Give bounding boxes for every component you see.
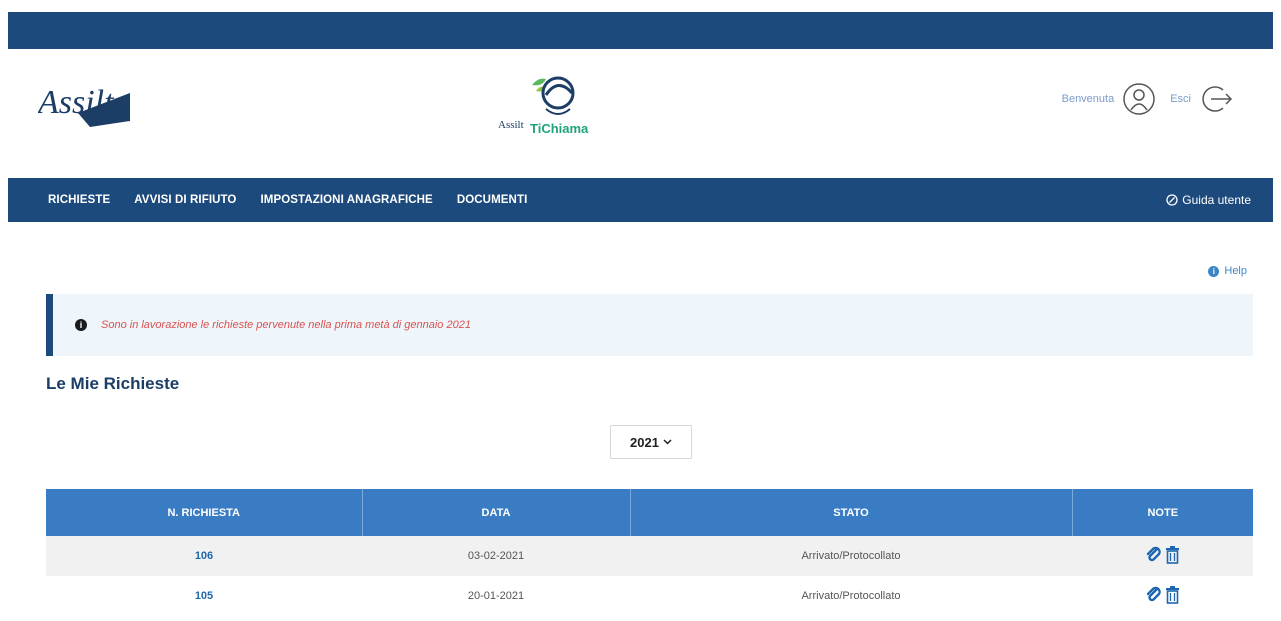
help-label: Help: [1224, 265, 1247, 277]
column-header-n-richiesta[interactable]: N. RICHIESTA: [46, 489, 363, 536]
user-guide-link[interactable]: Guida utente: [1166, 193, 1251, 207]
request-status: Arrivato/Protocollato: [630, 576, 1072, 616]
page-title: Le Mie Richieste: [46, 374, 180, 393]
user-area: Benvenuta Esci: [1062, 79, 1233, 119]
year-select[interactable]: 2021: [610, 425, 692, 459]
info-icon: i: [75, 319, 87, 331]
request-date: 03-02-2021: [362, 536, 630, 576]
user-icon[interactable]: [1122, 82, 1156, 116]
request-notes: [1072, 576, 1253, 616]
nav-item-documenti[interactable]: DOCUMENTI: [445, 194, 540, 206]
logo-text: Assilt: [38, 84, 115, 121]
help-link[interactable]: i Help: [1208, 265, 1247, 277]
paperclip-icon[interactable]: [1146, 546, 1162, 564]
request-number-link[interactable]: 106: [46, 536, 362, 576]
paperclip-icon[interactable]: [1146, 586, 1162, 604]
request-number-link[interactable]: 105: [46, 576, 362, 616]
request-notes: [1072, 536, 1253, 576]
year-select-value: 2021: [630, 434, 659, 450]
logout-icon[interactable]: [1199, 82, 1233, 116]
column-header-stato[interactable]: STATO: [630, 489, 1073, 536]
table-row: 105 20-01-2021 Arrivato/Protocollato: [46, 576, 1253, 616]
request-status: Arrivato/Protocollato: [630, 536, 1072, 576]
column-header-note[interactable]: NOTE: [1072, 489, 1253, 536]
request-date: 20-01-2021: [362, 576, 630, 616]
logout-link[interactable]: Esci: [1170, 93, 1191, 105]
requests-table: N. RICHIESTA DATA STATO NOTE 106 03-02-2…: [46, 489, 1253, 616]
welcome-text: Benvenuta: [1061, 93, 1115, 105]
column-header-data[interactable]: DATA: [362, 489, 631, 536]
nav-item-avvisi-di-rifiuto[interactable]: AVVISI DI RIFIUTO: [122, 194, 248, 206]
info-icon: i: [1208, 265, 1220, 277]
nav-item-richieste[interactable]: RICHIESTE: [8, 194, 122, 206]
nav-item-impostazioni-anagrafiche[interactable]: IMPOSTAZIONI ANAGRAFICHE: [248, 194, 444, 206]
chevron-down-icon: [663, 439, 672, 445]
tichiama-logo[interactable]: Assilt TiChiama: [494, 71, 629, 143]
logo-tichiama-text: TiChiama: [530, 121, 589, 136]
compass-icon: [1166, 194, 1178, 206]
assilt-logo[interactable]: Assilt: [38, 73, 134, 127]
trash-icon[interactable]: [1165, 545, 1180, 564]
main-nav: RICHIESTE AVVISI DI RIFIUTO IMPOSTAZIONI…: [8, 178, 1273, 222]
table-row: 106 03-02-2021 Arrivato/Protocollato: [46, 536, 1253, 576]
table-header-row: N. RICHIESTA DATA STATO NOTE: [46, 489, 1253, 536]
logo-brand-text: Assilt: [498, 119, 524, 131]
trash-icon[interactable]: [1165, 585, 1180, 604]
alert-text: Sono in lavorazione le richieste pervenu…: [101, 319, 471, 331]
header: Assilt Assilt TiChiama Benvenuta Esci: [8, 49, 1273, 178]
top-bar: [8, 12, 1273, 49]
info-alert: i Sono in lavorazione le richieste perve…: [46, 294, 1253, 356]
user-guide-label: Guida utente: [1182, 193, 1251, 207]
